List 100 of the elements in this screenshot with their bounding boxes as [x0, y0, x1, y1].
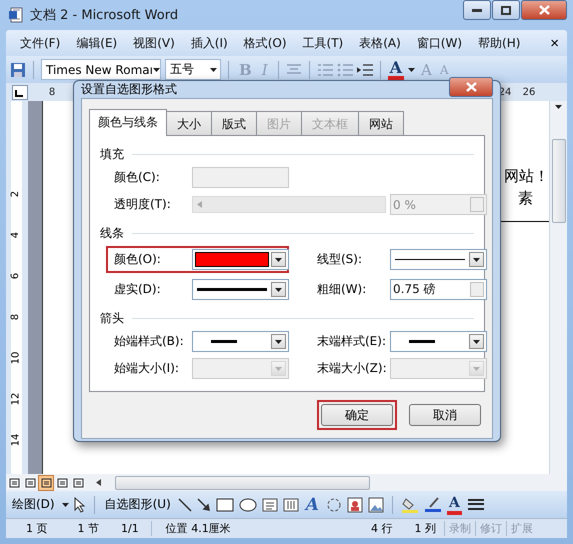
status-mode: 扩展 — [506, 521, 537, 536]
close-button[interactable] — [521, 0, 567, 20]
arrow-style-dropdown[interactable] — [390, 331, 487, 352]
ellipse-icon[interactable] — [238, 498, 257, 512]
maximize-button[interactable] — [492, 0, 520, 20]
clip-art-icon[interactable] — [346, 496, 363, 512]
field-label: 粗细(W): — [317, 281, 368, 298]
caret-icon — [555, 105, 562, 109]
field-label: 始端大小(I): — [114, 360, 180, 377]
spinner-field[interactable]: 0.75 磅 — [390, 279, 487, 300]
autoshapes-menu[interactable]: 自选图形(U) — [102, 496, 173, 513]
menu-item[interactable]: 窗口(W) — [416, 34, 462, 52]
field-label: 透明度(T): — [114, 196, 172, 213]
ruler-number: 8 — [10, 314, 22, 320]
fill-color-icon[interactable] — [400, 496, 419, 512]
dialog-button[interactable]: 取消 — [409, 404, 481, 426]
status-text: 1 页 — [25, 521, 48, 536]
ruler-number: 4 — [10, 232, 22, 238]
status-mode: 录制 — [444, 521, 475, 536]
ruler-number: 6 — [10, 272, 22, 280]
field-label: 颜色(C): — [114, 169, 161, 186]
caret-icon — [152, 68, 160, 72]
status-text: 1 节 — [76, 521, 100, 536]
caret-icon — [473, 340, 480, 344]
ruler-number: 12 — [10, 392, 22, 406]
caret-icon — [275, 258, 282, 262]
close-document-button[interactable]: × — [550, 34, 559, 52]
menu-item[interactable]: 表格(A) — [359, 34, 401, 52]
line-style-icon[interactable] — [466, 498, 485, 512]
arrow-style-dropdown[interactable] — [192, 331, 289, 352]
scroll-left-icon[interactable] — [96, 479, 101, 486]
diagram-icon[interactable] — [326, 496, 342, 512]
ruler-number: 8 — [48, 86, 56, 98]
field-label: 颜色(O): — [114, 251, 162, 268]
horizontal-scrollbar[interactable] — [115, 476, 370, 490]
menu-item[interactable]: 插入(I) — [190, 34, 228, 52]
tab[interactable]: 版式 — [211, 111, 257, 136]
menu-item[interactable]: 视图(V) — [133, 34, 175, 52]
minimize-icon — [472, 8, 482, 12]
ruler-number: 10 — [10, 352, 22, 364]
vertical-scrollbar[interactable] — [549, 101, 567, 474]
save-icon[interactable] — [10, 62, 26, 78]
field-label: 末端样式(E): — [317, 333, 387, 350]
ruler-number: 26 — [522, 86, 536, 98]
document-text: 素 — [518, 188, 534, 209]
caret-icon — [275, 288, 282, 292]
caret-icon — [210, 68, 216, 72]
section-title: 线条 — [100, 225, 124, 242]
left-tab-icon — [15, 90, 23, 96]
line-sample — [395, 259, 465, 260]
indent-icon[interactable] — [356, 62, 373, 76]
menu-item[interactable]: 文件(F) — [20, 34, 60, 52]
picture-icon[interactable] — [368, 496, 384, 512]
color-dropdown[interactable] — [192, 249, 289, 270]
line-sample — [197, 288, 267, 291]
rectangle-icon[interactable] — [216, 498, 234, 512]
tab[interactable]: 颜色与线条 — [89, 109, 167, 136]
view-button[interactable] — [38, 474, 54, 490]
line-icon[interactable] — [178, 498, 192, 512]
status-text: 1/1 — [120, 522, 140, 535]
draw-menu[interactable]: 绘图(D) — [10, 496, 57, 513]
close-button[interactable] — [449, 76, 493, 96]
menu-item[interactable]: 格式(O) — [244, 34, 287, 52]
status-mode: 修订 — [475, 521, 506, 536]
arrow-icon[interactable] — [196, 498, 211, 512]
close-icon — [538, 5, 550, 15]
close-icon — [466, 82, 476, 92]
line-sample — [409, 340, 435, 343]
tab[interactable]: 网站 — [358, 111, 404, 136]
tab-selector[interactable] — [12, 84, 28, 100]
field-label: 末端大小(Z): — [317, 360, 388, 377]
vertical-text-box-icon[interactable] — [282, 498, 299, 512]
font-name-field[interactable]: Times New Romaı — [41, 59, 161, 80]
menu-item[interactable]: 工具(T) — [302, 34, 344, 52]
menu-item[interactable]: 帮助(H) — [478, 34, 520, 52]
pointer-icon[interactable] — [74, 496, 86, 512]
line-color-icon[interactable] — [424, 496, 442, 512]
menu-item[interactable]: 编辑(E) — [76, 34, 118, 52]
font-size-field[interactable]: 五号 — [165, 59, 221, 80]
maximize-icon — [501, 6, 511, 14]
caret-icon — [408, 68, 416, 72]
caret-icon — [275, 366, 282, 370]
section-title: 箭头 — [100, 310, 124, 327]
status-text: 1 列 — [414, 521, 437, 536]
status-text: 位置 4.1厘米 — [150, 521, 245, 536]
tab[interactable]: 大小 — [166, 111, 212, 136]
dialog-title: 设置自选图形格式 — [81, 81, 178, 98]
window-title: 文档 2 - Microsoft Word — [30, 7, 180, 24]
ruler-number: 2 — [10, 190, 22, 198]
wordart-button[interactable]: A — [304, 494, 321, 514]
line-style-dropdown[interactable] — [192, 279, 289, 300]
field-label: 虚实(D): — [114, 281, 162, 298]
scroll-thumb[interactable] — [552, 139, 566, 223]
minimize-button[interactable] — [463, 0, 491, 20]
field-label: 始端样式(B): — [114, 333, 185, 350]
left-arrow-icon — [197, 201, 202, 208]
text-box-icon[interactable] — [262, 498, 278, 512]
dialog-button[interactable]: 确定 — [321, 404, 393, 426]
line-style-dropdown[interactable] — [390, 249, 487, 270]
caret-icon — [473, 258, 480, 262]
